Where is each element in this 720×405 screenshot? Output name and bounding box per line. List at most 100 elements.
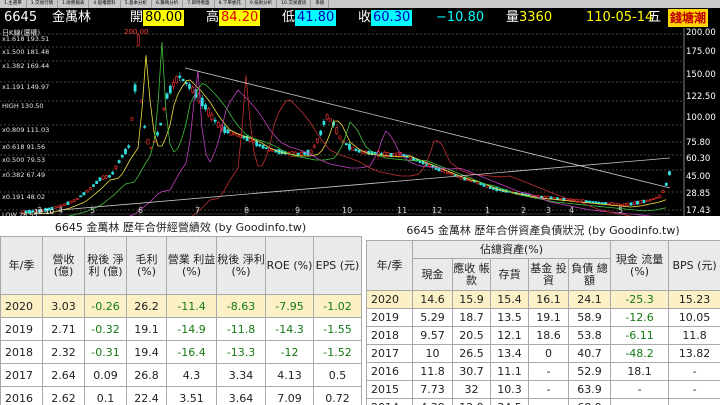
table-cell: -1.52 (313, 340, 362, 364)
quote-date: 110-05-14 (586, 10, 654, 25)
candle-body (556, 197, 559, 200)
table-cell: -48.2 (610, 344, 670, 363)
table-cell: 11.1 (490, 362, 529, 381)
fib-level-label: x0.809 111.03 (2, 126, 50, 134)
candle-body (559, 198, 563, 200)
table-row: 2017 10 26.5 13.4 0 40.7 -48.2 13.82 (366, 344, 720, 363)
x-tick-label: 1 (485, 206, 491, 215)
candle-body (101, 175, 105, 180)
candle-body (226, 129, 230, 134)
col-header: 現金 流量 (%) (610, 240, 670, 291)
fib-level-label: x1.618 193.51 (2, 35, 50, 43)
table-cell: 2.62 (42, 386, 85, 405)
table-cell: 52.9 (567, 362, 612, 381)
candle-body (316, 138, 319, 144)
table-cell: 2.71 (42, 317, 85, 341)
candle-body (664, 182, 668, 186)
table-cell: 15.23 (668, 290, 720, 309)
menu-item[interactable]: 8.下單委託 (215, 0, 246, 8)
x-tick-label: 10 (342, 206, 353, 215)
candle-body (66, 201, 70, 206)
candle-body (629, 202, 633, 206)
candle-body (322, 121, 326, 125)
y-tick-label: 28.85 (686, 189, 711, 199)
candle-body (661, 190, 665, 193)
table-cell: 14.6 (412, 290, 453, 309)
menu-item[interactable]: 6.籌碼分析 (152, 0, 184, 8)
candle-body (69, 200, 73, 204)
candle-body (348, 143, 351, 150)
y-tick-label: 175.00 (686, 47, 716, 57)
year-cell: 2015 (366, 380, 413, 399)
low-label: 低 (282, 10, 296, 25)
kline-chart-svg (0, 28, 685, 216)
fib-level-label: x0.500 79.53 (2, 156, 46, 164)
low-label-marker: 19.10 (34, 208, 55, 216)
menu-item[interactable]: 4.股權資料 (89, 0, 121, 8)
table-row: 2017 2.64 0.09 26.8 4.3 3.34 4.13 0.5 (0, 363, 362, 387)
table-cell: 0.09 (84, 363, 127, 387)
candle-body (447, 172, 451, 174)
change-value: −10.80 (436, 10, 485, 25)
col-header: 存貨 (490, 258, 529, 291)
col-header: 應收 帳款 (452, 258, 491, 291)
fib-level-label: x0.382 67.49 (2, 171, 46, 179)
candle-body (159, 122, 163, 126)
menu-item[interactable]: 7.即時看盤 (183, 0, 215, 8)
balance-table: 年/季 佔總資產(%) 現金 流量 (%) BPS (元) 現金 應收 帳款 存… (366, 240, 720, 405)
year-cell: 2020 (366, 290, 413, 309)
table-cell: 4.39 (412, 398, 453, 405)
table-row: 2020 3.03 -0.26 26.2 -11.4 -8.63 -7.95 -1.02 (0, 294, 362, 318)
candle-body (552, 197, 556, 200)
table-cell: 68.9 (567, 398, 612, 405)
candle-body (130, 117, 134, 121)
menu-item[interactable]: 1.主選單 (0, 0, 27, 8)
candle-body (108, 175, 111, 178)
candle-body (402, 154, 406, 157)
table-cell: 18.7 (452, 308, 491, 327)
table-cell: 3.03 (42, 294, 85, 318)
menu-item[interactable]: 1.財務報表 (58, 0, 90, 8)
fib-level-label: x1.191 149.97 (2, 83, 50, 91)
menu-item[interactable]: 9.技術分析 (246, 0, 278, 8)
candle-body (104, 175, 108, 179)
high-value: 84.20 (219, 10, 261, 26)
menu-item[interactable]: 系統 (311, 0, 330, 8)
table-cell: -25.3 (610, 290, 670, 309)
menu-item[interactable]: 10.交易資訊 (277, 0, 312, 8)
candle-body (450, 173, 454, 176)
candle-body (165, 93, 169, 99)
candle-body (428, 163, 431, 167)
stock-code: 6645 (4, 10, 38, 25)
menu-item[interactable]: 5.基本分析 (121, 0, 152, 8)
candle-body (312, 145, 316, 148)
performance-table-title: 6645 金萬林 歷年合併經營績效 (by Goodinfo.tw) (54, 221, 307, 234)
balance-table-title: 6645 金萬林 歷年合併資產負債狀況 (by Goodinfo.tw) (406, 224, 680, 237)
table-cell: 11.8 (668, 326, 720, 345)
table-cell: 10 (412, 344, 453, 363)
candle-body (309, 149, 313, 155)
close-field: 收 60.30 (358, 8, 413, 28)
candle-body (600, 202, 604, 204)
candle-body (328, 118, 332, 123)
candle-body (53, 206, 57, 209)
candle-body (188, 84, 191, 89)
table-cell: -8.63 (216, 294, 266, 318)
year-cell: 2019 (0, 317, 43, 341)
performance-table-header: 年/季 營收 (億) 稅後 淨利 (億) 毛利 (%) 營業 利益 (%) 稅後… (0, 236, 362, 295)
table-cell: 15.4 (490, 290, 529, 309)
table-row: 2018 9.57 20.5 12.1 18.6 53.8 -6.11 11.8 (366, 326, 720, 345)
candle-body (264, 147, 268, 149)
table-cell: -12.6 (610, 308, 670, 327)
kline-chart[interactable]: 日K線(還權) x1.618 193.51 x1.500 181.48 x1.382… (0, 28, 720, 216)
x-tick-label: 7 (195, 206, 201, 215)
table-cell: 3.34 (216, 363, 266, 387)
menu-item[interactable]: 1.交易行情 (27, 0, 59, 8)
candle-body (319, 130, 323, 136)
year-cell: 2016 (366, 362, 413, 381)
candle-body (117, 160, 121, 164)
candle-body (396, 152, 399, 157)
table-cell: 7.73 (412, 380, 453, 399)
x-tick-label: 8 (244, 206, 250, 215)
candle-body (133, 84, 137, 92)
